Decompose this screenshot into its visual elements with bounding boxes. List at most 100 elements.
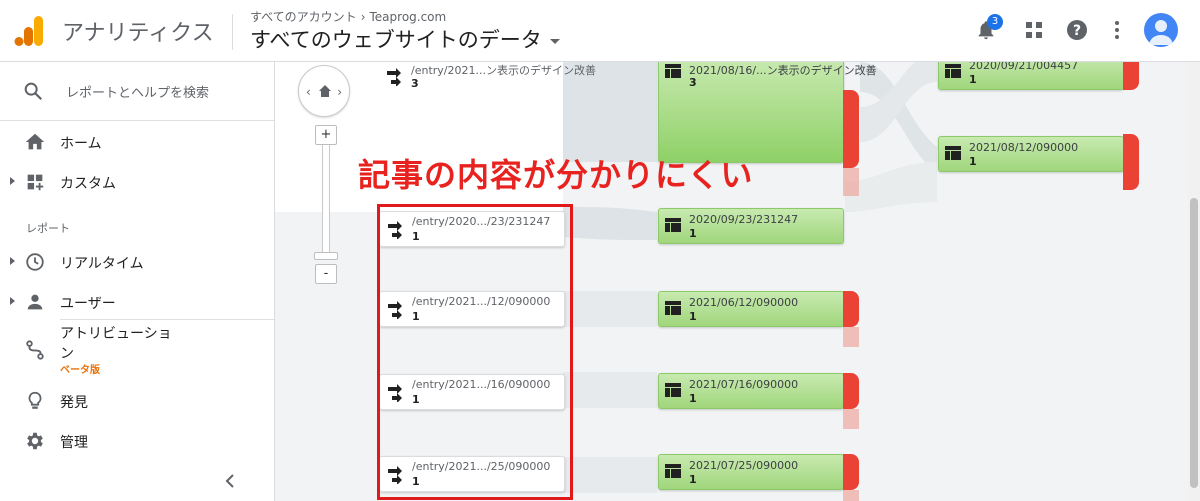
page-node-count: 1 [689,473,697,486]
source-node[interactable]: /entry/2021...ン表示のデザイン改善 3 [379,62,596,95]
home-reset-icon[interactable] [316,82,334,100]
page-node-path: 2021/06/12/090000 [689,296,799,309]
drop-off-tail [843,490,859,501]
more-options-button[interactable] [1103,16,1131,44]
help-icon: ? [1067,20,1087,40]
header-divider [232,14,233,50]
beta-badge: ベータ版 [60,365,100,376]
annotation-highlight-box [377,204,573,500]
next-page-node[interactable]: 2021/08/12/090000 1 [938,136,1124,172]
help-button[interactable]: ? [1063,16,1091,44]
flow-band [563,372,657,408]
page-table-icon [945,146,961,160]
person-avatar-icon [1149,20,1173,45]
page-node-path: 2021/07/16/090000 [689,378,799,391]
search-icon [24,82,43,101]
attribution-icon [26,340,44,360]
account-avatar[interactable] [1144,13,1178,47]
breadcrumb-account[interactable]: すべてのアカウント [250,10,357,24]
page-table-icon [665,383,681,397]
source-node-count: 3 [411,77,419,90]
page-node[interactable]: 2021/08/16/...ン表示のデザイン改善 3 [658,62,877,163]
next-page-node[interactable]: 2020/09/21/004457 1 [938,62,1124,90]
sidebar-item-label: カスタム [60,176,116,192]
behavior-flow-canvas[interactable]: ‹ › + - /entry/2021...ン表示のデザイン改善 3 /entr… [275,62,1188,501]
pan-left-icon[interactable]: ‹ [306,85,311,99]
zoom-slider-handle[interactable] [314,252,338,260]
drop-off-bar[interactable] [1123,134,1139,190]
gear-icon [27,432,43,450]
view-title: すべてのウェブサイトのデータ [250,28,542,52]
breadcrumb-property[interactable]: Teaprog.com [370,10,447,24]
sidebar: レポートとヘルプを検索 ホーム カスタム レポート リアルタイム ユーザー アト… [0,62,275,501]
drop-off-bar[interactable] [843,373,859,409]
page-node[interactable]: 2021/07/25/090000 1 [658,454,844,490]
page-node-count: 1 [969,73,977,86]
sidebar-item-users[interactable]: ユーザー [0,282,274,322]
sidebar-item-attribution[interactable]: アトリビューショ ン [0,323,274,375]
breadcrumb[interactable]: すべてのアカウント › Teaprog.com [250,8,446,25]
collapse-sidebar-icon[interactable] [222,472,240,490]
expand-arrow-icon [10,177,15,185]
page-node-path: 2020/09/23/231247 [689,213,799,226]
page-table-icon [945,64,961,78]
clock-icon [26,253,44,271]
search-placeholder: レポートとヘルプを検索 [66,86,210,101]
report-search[interactable]: レポートとヘルプを検索 [0,62,274,121]
page-node[interactable]: 2021/07/16/090000 1 [658,373,844,409]
page-table-icon [665,64,681,78]
view-selector[interactable]: すべてのウェブサイトのデータ [250,24,560,54]
sidebar-item-discover[interactable]: 発見 [0,381,274,421]
drop-off-tail [843,409,859,429]
more-vert-icon [1115,21,1119,39]
page-table-icon [665,464,681,478]
page-node[interactable]: 2021/06/12/090000 1 [658,291,844,327]
caret-down-icon [549,38,560,44]
person-icon [27,294,43,310]
pan-control[interactable]: ‹ › [298,65,350,117]
sidebar-item-label: 発見 [60,395,88,411]
zoom-in-button[interactable]: + [315,125,337,145]
vertical-scrollbar[interactable] [1188,62,1200,501]
sidebar-item-admin[interactable]: 管理 [0,421,274,461]
drop-off-tail [843,168,859,196]
notification-badge: 3 [987,14,1003,30]
zoom-slider-track[interactable] [322,142,330,260]
page-node-count: 1 [689,392,697,405]
source-node-path: /entry/2021...ン表示のデザイン改善 [411,64,596,77]
page-node-path: 2021/08/12/090000 [969,141,1079,154]
sidebar-item-realtime[interactable]: リアルタイム [0,242,274,282]
expand-arrow-icon [10,297,15,305]
drop-off-bar[interactable] [843,291,859,327]
drop-off-bar[interactable] [843,90,859,168]
page-node-path: 2021/08/16/...ン表示のデザイン改善 [689,64,877,77]
zoom-out-button[interactable]: - [315,264,337,284]
analytics-logo-icon[interactable] [14,14,46,48]
flow-band [563,291,657,327]
app-title: アナリティクス [62,21,214,46]
sidebar-item-home[interactable]: ホーム [0,122,274,162]
lightbulb-icon [28,391,42,409]
sidebar-item-label-cont: ン [60,346,74,362]
flow-band [563,457,657,493]
drop-off-bar[interactable] [1123,62,1139,90]
pan-right-icon[interactable]: › [337,85,342,99]
page-node-count: 3 [689,76,697,89]
drop-off-bar[interactable] [843,454,859,490]
annotation-caption: 記事の内容が分かりにくい [358,156,754,194]
page-table-icon [665,301,681,315]
sidebar-divider [60,319,274,320]
scrollbar-thumb[interactable] [1190,198,1198,488]
apps-grid-icon [1026,22,1042,38]
entrance-arrow-icon [387,68,401,86]
apps-button[interactable] [1020,16,1048,44]
drop-off-tail [843,327,859,347]
page-node-count: 1 [689,227,697,240]
page-table-icon [665,218,681,232]
sidebar-item-custom[interactable]: カスタム [0,162,274,202]
dashboard-icon [27,174,44,191]
page-node[interactable]: 2020/09/23/231247 1 [658,208,844,244]
page-node-count: 1 [969,155,977,168]
page-node-path: 2020/09/21/004457 [969,62,1079,72]
top-header: アナリティクス すべてのアカウント › Teaprog.com すべてのウェブサイト… [0,0,1200,62]
